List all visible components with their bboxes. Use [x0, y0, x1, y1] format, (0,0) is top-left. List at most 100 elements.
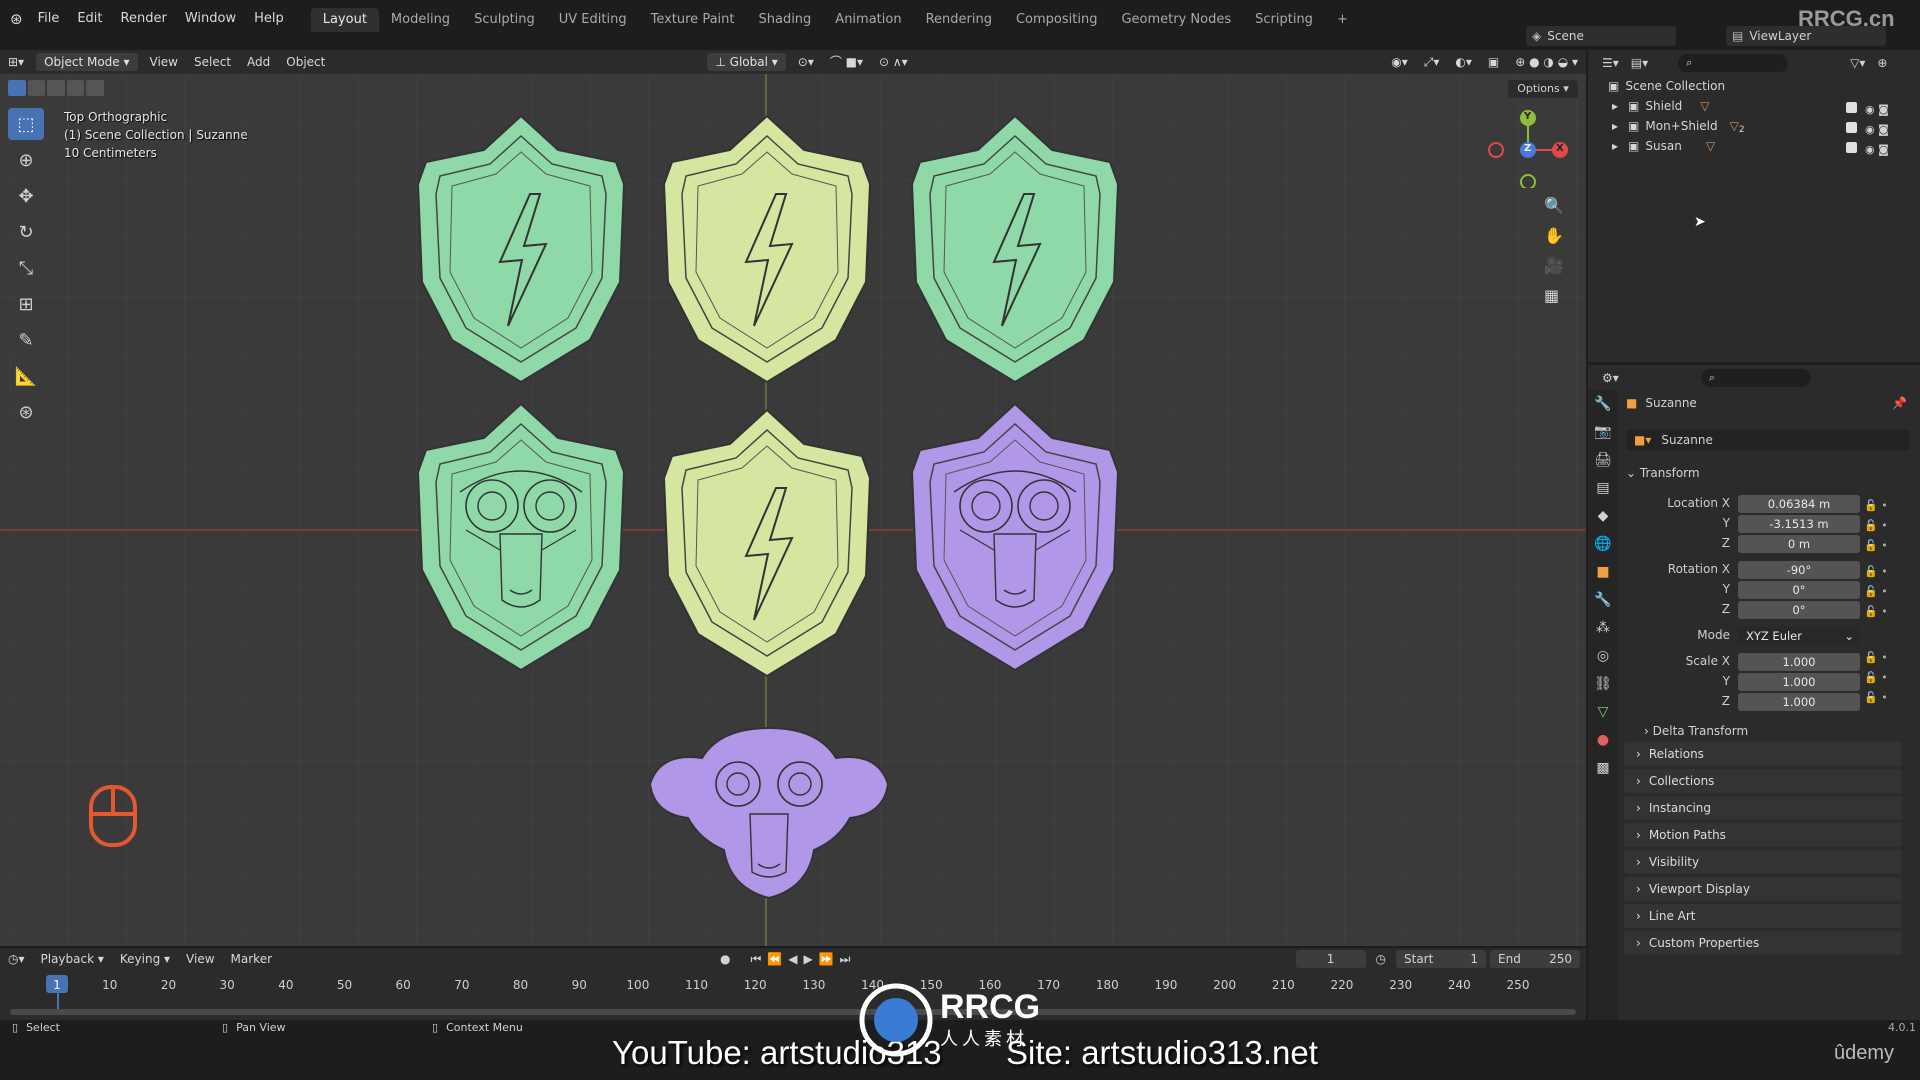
constraints-tab-icon[interactable]: ⛓ — [1588, 670, 1618, 698]
lock-icon[interactable]: 🔓 • — [1864, 668, 1888, 688]
scale-icon[interactable]: ⤡ — [8, 252, 44, 284]
end-frame-field[interactable]: End 250 — [1490, 950, 1580, 968]
tab-layout[interactable]: Layout — [310, 8, 379, 32]
proportional-edit-icon[interactable]: ⊙ ∧▾ — [871, 50, 916, 74]
tab-geometry-nodes[interactable]: Geometry Nodes — [1109, 8, 1243, 32]
lock-icon[interactable]: 🔓 • — [1864, 582, 1888, 602]
texture-tab-icon[interactable]: ▩ — [1588, 754, 1618, 782]
menu-view[interactable]: View — [142, 50, 186, 74]
display-mode-icon[interactable]: ▤▾ — [1631, 56, 1648, 70]
properties-search-field[interactable]: ⌕ — [1700, 369, 1811, 387]
mode-dropdown[interactable]: Object Mode ▾ — [36, 53, 138, 71]
zoom-icon[interactable]: 🔍 — [1544, 196, 1564, 215]
lock-icon[interactable]: 🔓 • — [1864, 516, 1888, 536]
shield-green-2[interactable] — [904, 112, 1126, 384]
menu-object[interactable]: Object — [278, 50, 333, 74]
pan-hand-icon[interactable]: ✋ — [1544, 226, 1564, 245]
select-mode-buttons[interactable] — [8, 80, 104, 96]
render-tab-icon[interactable]: 📷 — [1588, 418, 1618, 446]
panel-custom-properties[interactable]: › Custom Properties — [1624, 931, 1902, 955]
shield-green-1[interactable] — [410, 112, 632, 384]
shield-yellow-2[interactable] — [656, 406, 878, 678]
lock-icon[interactable]: 🔓 • — [1864, 688, 1888, 708]
new-collection-icon[interactable]: ⊕ — [1877, 56, 1887, 70]
panel-motion-paths[interactable]: › Motion Paths — [1624, 823, 1902, 847]
record-icon[interactable]: ● — [720, 952, 730, 966]
outliner-item-shield[interactable]: ▸ ▣ Shield ▽ — [1612, 96, 1710, 116]
tool-tab-icon[interactable]: 🔧 — [1588, 390, 1618, 418]
pin-icon[interactable]: 📌 — [1892, 396, 1907, 410]
cursor-icon[interactable]: ⊕ — [8, 144, 44, 176]
material-tab-icon[interactable]: ● — [1588, 726, 1618, 754]
panel-visibility[interactable]: › Visibility — [1624, 850, 1902, 874]
clock-icon[interactable]: ◷ — [1376, 952, 1386, 966]
rotation-x-field[interactable]: -90° — [1738, 561, 1860, 579]
tab-compositing[interactable]: Compositing — [1004, 8, 1110, 32]
lock-icon[interactable]: 🔓 • — [1864, 496, 1888, 516]
world-tab-icon[interactable]: 🌐 — [1588, 530, 1618, 558]
lock-icon[interactable]: 🔓 • — [1864, 562, 1888, 582]
menu-select[interactable]: Select — [186, 50, 239, 74]
expand-arrow-icon[interactable]: ▸ — [1612, 99, 1618, 113]
transform-icon[interactable]: ⊞ — [8, 288, 44, 320]
select-subtract-icon[interactable] — [47, 80, 65, 96]
menu-edit[interactable]: Edit — [68, 0, 111, 38]
outliner-item-susan[interactable]: ▸ ▣ Susan ▽ — [1612, 136, 1715, 156]
menu-help[interactable]: Help — [245, 0, 293, 38]
visibility-icon[interactable]: ◉▾ — [1383, 50, 1416, 74]
transform-panel-header[interactable]: ⌄ Transform — [1626, 466, 1700, 480]
menu-timeline-view[interactable]: View — [178, 947, 222, 971]
outliner-search-field[interactable]: ⌕ — [1678, 54, 1789, 72]
shading-modes-icon[interactable]: ⊕ ● ◑ ◒ ▾ — [1507, 50, 1586, 74]
output-tab-icon[interactable]: 🖨 — [1588, 446, 1618, 474]
toggle-row[interactable]: ◉ ◙ — [1846, 100, 1906, 120]
select-invert-icon[interactable] — [66, 80, 85, 96]
menu-keying[interactable]: Keying ▾ — [112, 947, 178, 971]
tab-sculpting[interactable]: Sculpting — [462, 8, 547, 32]
outliner-editor-icon[interactable]: ☰▾ — [1602, 56, 1619, 70]
scale-x-field[interactable]: 1.000 — [1738, 653, 1860, 671]
menu-file[interactable]: File — [29, 0, 69, 38]
expand-arrow-icon[interactable]: ▸ — [1612, 139, 1618, 153]
physics-tab-icon[interactable]: ◎ — [1588, 642, 1618, 670]
view-layer-tab-icon[interactable]: ▤ — [1588, 474, 1618, 502]
data-tab-icon[interactable]: ▽ — [1588, 698, 1618, 726]
rotation-y-field[interactable]: 0° — [1738, 581, 1860, 599]
toggle-row[interactable]: ◉ ◙ — [1846, 140, 1906, 160]
toggle-row[interactable]: ◉ ◙ — [1846, 120, 1906, 140]
filter-icon[interactable]: ▽▾ — [1850, 56, 1865, 70]
start-frame-field[interactable]: Start 1 — [1396, 950, 1486, 968]
xray-icon[interactable]: ▣ — [1480, 50, 1507, 74]
tab-shading[interactable]: Shading — [746, 8, 823, 32]
scene-selector[interactable]: ◈ Scene — [1526, 26, 1676, 46]
current-frame-field[interactable]: 1 — [1295, 950, 1366, 968]
particles-tab-icon[interactable]: ⁂ — [1588, 614, 1618, 642]
gizmo-toggle-icon[interactable]: ⤢▾ — [1416, 50, 1448, 74]
object-datablock-field[interactable]: ■▾ Suzanne — [1626, 430, 1910, 450]
rotation-z-field[interactable]: 0° — [1738, 601, 1860, 619]
select-new-icon[interactable] — [8, 80, 26, 96]
scale-z-field[interactable]: 1.000 — [1738, 693, 1860, 711]
outliner-item-mon-shield[interactable]: ▸ ▣ Mon+Shield ▽ 2 — [1612, 116, 1745, 136]
location-y-field[interactable]: -3.1513 m — [1738, 515, 1860, 533]
scale-y-field[interactable]: 1.000 — [1738, 673, 1860, 691]
menu-playback[interactable]: Playback ▾ — [33, 947, 112, 971]
tab-uv-editing[interactable]: UV Editing — [547, 8, 639, 32]
options-button[interactable]: Options ▾ — [1508, 80, 1578, 98]
location-z-field[interactable]: 0 m — [1738, 535, 1860, 553]
perspective-toggle-icon[interactable]: ▦ — [1544, 286, 1559, 305]
tab-texture-paint[interactable]: Texture Paint — [639, 8, 747, 32]
pivot-icon[interactable]: ⊙▾ — [790, 50, 822, 74]
object-tab-icon[interactable]: ■ — [1588, 558, 1618, 586]
navigation-gizmo[interactable]: Y X Z — [1488, 108, 1568, 190]
suzanne-mesh[interactable] — [646, 722, 892, 902]
panel-collections[interactable]: › Collections — [1624, 769, 1902, 793]
playback-controls-icon[interactable]: ⏮⏪◀▶⏩⏭ — [751, 952, 857, 967]
scene-tab-icon[interactable]: ◆ — [1588, 502, 1618, 530]
modifier-tab-icon[interactable]: 🔧 — [1588, 586, 1618, 614]
camera-view-icon[interactable]: 🎥 — [1544, 256, 1564, 275]
tab-modeling[interactable]: Modeling — [379, 8, 462, 32]
add-workspace-icon[interactable]: + — [1325, 8, 1360, 32]
menu-marker[interactable]: Marker — [223, 947, 280, 971]
blender-logo-icon[interactable]: ⊛ — [10, 10, 23, 28]
